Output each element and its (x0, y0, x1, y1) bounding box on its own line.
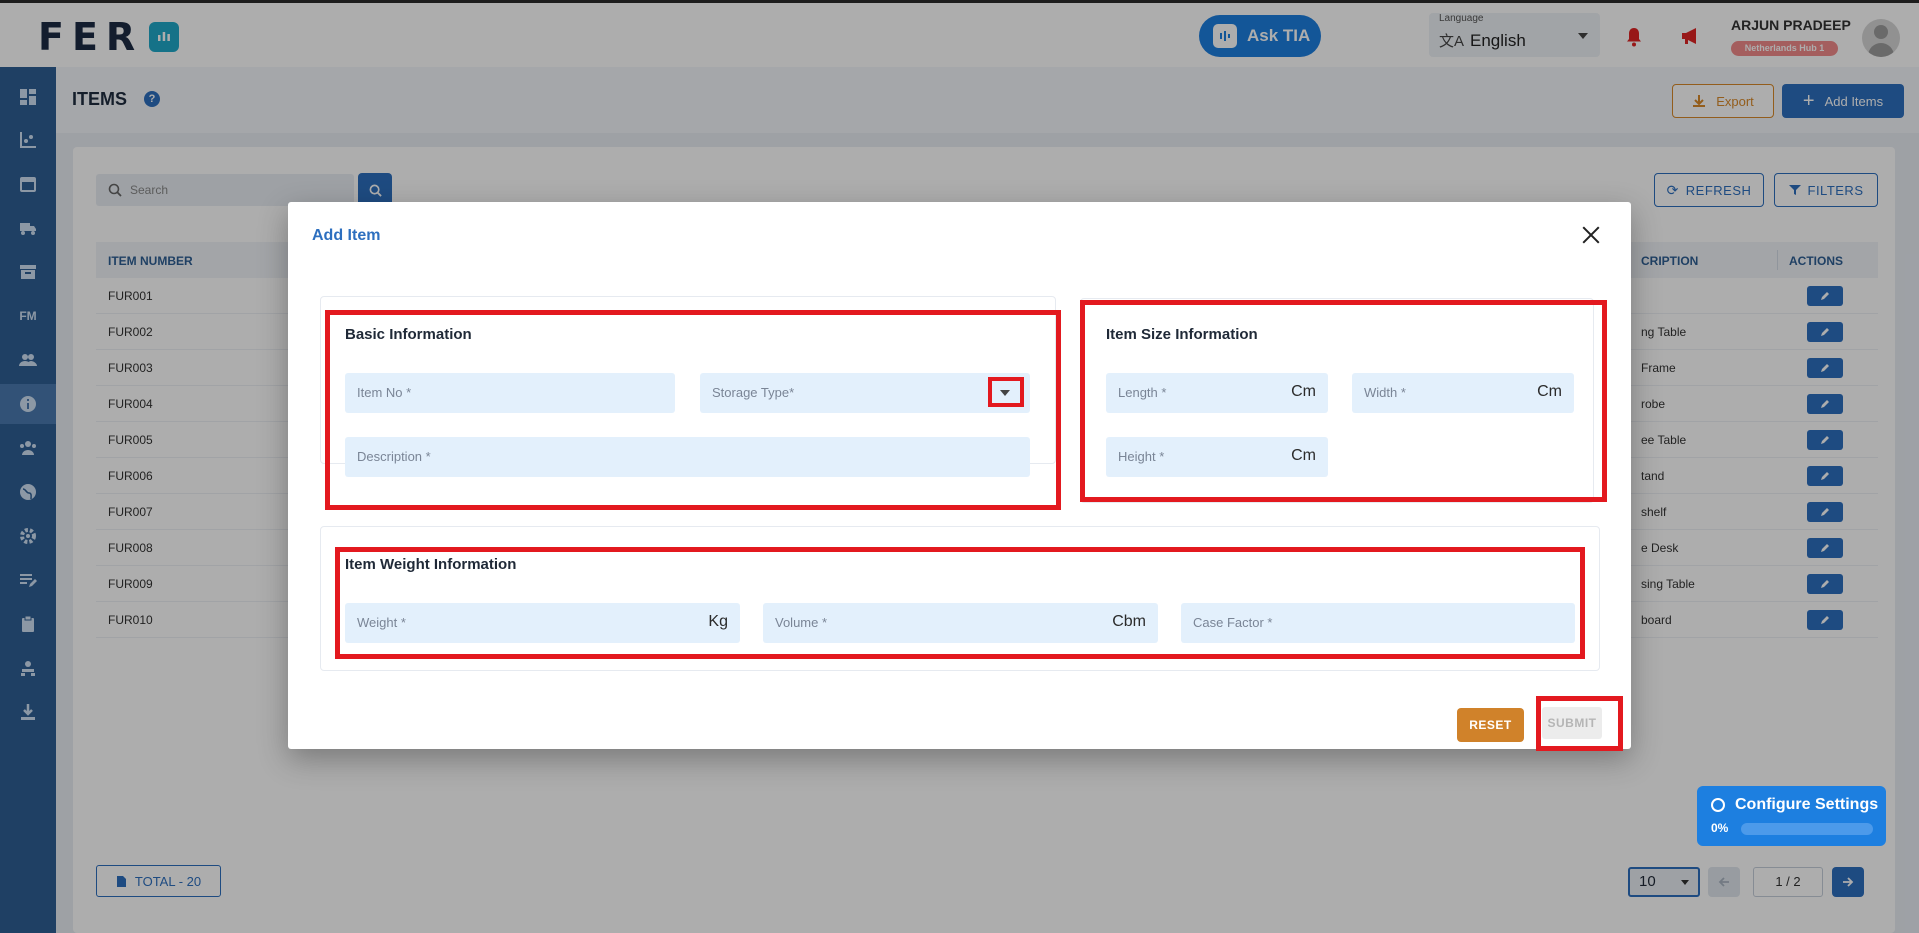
configure-settings-title: Configure Settings (1735, 796, 1879, 813)
reset-button[interactable]: RESET (1457, 708, 1524, 742)
configure-settings-widget[interactable]: Configure Settings 0% (1697, 786, 1886, 846)
configure-progress-label: 0% (1711, 821, 1729, 835)
volume-field[interactable]: Volume * Cbm (763, 603, 1158, 643)
storage-type-select[interactable]: Storage Type* (700, 373, 1030, 413)
storage-type-dropdown-button[interactable] (988, 377, 1024, 407)
circle-icon (1711, 798, 1725, 812)
dialog-title: Add Item (312, 227, 381, 244)
width-field[interactable]: Width * Cm (1352, 373, 1574, 413)
volume-placeholder: Volume * (775, 615, 828, 630)
length-placeholder: Length * (1118, 385, 1167, 400)
volume-unit: Cbm (1112, 613, 1146, 630)
height-unit: Cm (1291, 447, 1316, 464)
height-placeholder: Height * (1118, 449, 1165, 464)
description-field[interactable]: Description * (345, 437, 1030, 477)
item-no-placeholder: Item No * (357, 385, 412, 400)
description-placeholder: Description * (357, 449, 431, 464)
chevron-down-icon (1000, 390, 1010, 396)
storage-type-placeholder: Storage Type* (712, 385, 795, 400)
add-item-dialog: Add Item Basic Information Item No * Sto… (288, 202, 1631, 751)
width-unit: Cm (1537, 383, 1562, 400)
item-no-field[interactable]: Item No * (345, 373, 675, 413)
basic-info-title: Basic Information (345, 326, 472, 343)
weight-field[interactable]: Weight * Kg (345, 603, 740, 643)
size-info-title: Item Size Information (1106, 326, 1258, 343)
case-factor-field[interactable]: Case Factor * (1181, 603, 1575, 643)
width-placeholder: Width * (1364, 385, 1406, 400)
submit-button[interactable]: SUBMIT (1542, 707, 1602, 739)
case-factor-placeholder: Case Factor * (1193, 615, 1273, 630)
configure-progress-bar (1741, 823, 1873, 835)
height-field[interactable]: Height * Cm (1106, 437, 1328, 477)
length-unit: Cm (1291, 383, 1316, 400)
weight-placeholder: Weight * (357, 615, 406, 630)
weight-info-title: Item Weight Information (345, 556, 517, 573)
weight-unit: Kg (708, 613, 728, 630)
close-icon[interactable] (1580, 224, 1602, 246)
length-field[interactable]: Length * Cm (1106, 373, 1328, 413)
